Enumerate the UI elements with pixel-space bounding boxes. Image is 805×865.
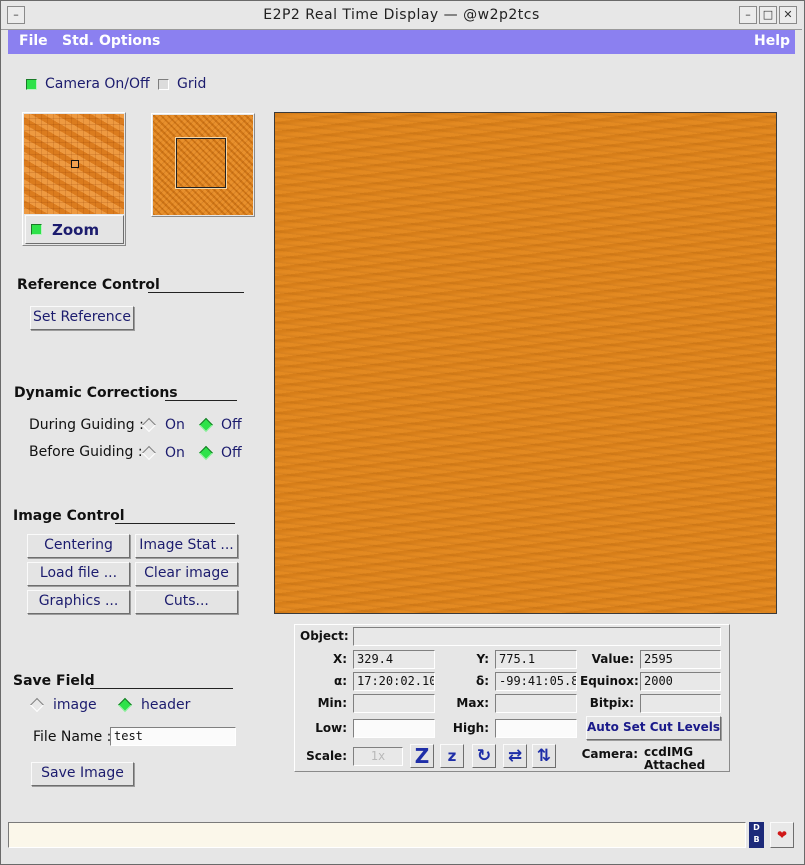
zoom-toggle-button[interactable]: Zoom [25,215,124,244]
save-image-button[interactable]: Save Image [31,762,134,786]
high-label: High: [452,721,489,735]
save-field-divider [90,688,233,689]
load-file-button[interactable]: Load file ... [27,562,130,586]
window-title: E2P2 Real Time Display — @w2p2tcs [263,7,540,23]
db-status-icon[interactable]: D B [749,822,764,848]
camera-toggle-indicator[interactable] [26,79,37,90]
refresh-icon: ↻ [476,746,492,766]
dynamic-corrections-heading: Dynamic Corrections [14,385,178,401]
close-button[interactable]: ✕ [779,6,797,24]
dynamic-divider [165,400,237,401]
during-guiding-off-label[interactable]: Off [221,417,242,433]
object-label: Object: [300,629,349,643]
minimize-button[interactable]: – [739,6,757,24]
reference-divider [148,292,244,293]
low-label: Low: [315,721,347,735]
menu-std-options[interactable]: Std. Options [62,33,160,49]
minimize-icon: – [745,8,751,21]
zoom-toggle-indicator [31,224,42,235]
bitpix-field [640,694,721,713]
heart-icon[interactable]: ❤ [770,822,794,848]
zoom-toggle-label: Zoom [52,221,100,239]
status-message-field[interactable] [8,822,746,848]
zoom-out-icon: z [447,747,457,765]
before-guiding-label: Before Guiding : [29,444,143,460]
menu-file[interactable]: File [19,33,48,49]
grid-toggle-label[interactable]: Grid [177,76,206,92]
y-field: 775.1 [495,650,577,669]
min-field [353,694,435,713]
max-label: Max: [456,696,489,710]
save-header-radio-label[interactable]: header [141,697,190,713]
during-guiding-label: During Guiding : [29,417,144,433]
clear-image-button[interactable]: Clear image [135,562,238,586]
set-reference-button[interactable]: Set Reference [30,306,134,330]
graphics-button[interactable]: Graphics ... [27,590,130,614]
close-icon: ✕ [783,8,793,21]
camera-status-label: Camera: [581,747,638,761]
value-label: Value: [591,652,634,666]
zoom-in-button[interactable]: Z [410,744,434,768]
x-label: X: [332,652,347,666]
before-guiding-off-label[interactable]: Off [221,445,242,461]
maximize-icon: □ [762,8,774,21]
before-guiding-on-label[interactable]: On [165,445,185,461]
high-input[interactable] [495,719,577,738]
centering-button[interactable]: Centering [27,534,130,558]
pan-region-box[interactable] [175,137,227,189]
flip-vertical-icon: ⇅ [536,746,552,766]
menu-help[interactable]: Help [754,33,790,49]
scale-field[interactable]: 1x [353,747,403,766]
filename-input[interactable]: test [110,727,236,746]
x-field: 329.4 [353,650,435,669]
equinox-field: 2000 [640,672,721,691]
flip-vertical-button[interactable]: ⇅ [532,744,556,768]
pan-thumbnail[interactable] [153,115,253,215]
during-guiding-on-label[interactable]: On [165,417,185,433]
y-label: Y: [476,652,489,666]
delta-label: δ: [475,674,489,688]
image-control-divider [115,523,235,524]
max-field [495,694,577,713]
refresh-button[interactable]: ↻ [472,744,496,768]
save-field-heading: Save Field [13,673,95,689]
grid-toggle-indicator[interactable] [158,79,169,90]
cuts-button[interactable]: Cuts... [135,590,238,614]
alpha-label: α: [333,674,347,688]
zoom-cursor-marker [71,160,79,168]
scale-label: Scale: [306,749,347,763]
delta-field: -99:41:05.87 [495,672,577,691]
flip-horizontal-button[interactable]: ⇄ [503,744,527,768]
bitpix-label: Bitpix: [589,696,634,710]
camera-attached-value: Attached [644,759,706,770]
value-field: 2595 [640,650,721,669]
object-field [353,627,721,646]
zoom-in-icon: Z [414,744,430,768]
main-image-display[interactable] [274,112,777,614]
image-stat-button[interactable]: Image Stat ... [135,534,238,558]
low-input[interactable] [353,719,435,738]
title-bar[interactable]: – E2P2 Real Time Display — @w2p2tcs – □ … [1,1,802,30]
save-image-radio-label[interactable]: image [53,697,97,713]
min-label: Min: [317,696,347,710]
menu-bar: File Std. Options Help [8,30,795,54]
equinox-label: Equinox: [580,674,639,688]
auto-set-cut-levels-button[interactable]: Auto Set Cut Levels [586,716,721,740]
flip-horizontal-icon: ⇄ [507,746,523,766]
alpha-field: 17:20:02.108 [353,672,435,691]
zoom-out-button[interactable]: z [440,744,464,768]
zoom-view[interactable] [24,114,124,214]
maximize-button[interactable]: □ [759,6,777,24]
camera-toggle-label[interactable]: Camera On/Off [45,76,150,92]
camera-status-value: ccdIMG [644,745,694,759]
image-control-heading: Image Control [13,508,125,524]
reference-control-heading: Reference Control [17,277,160,293]
filename-label: File Name : [33,729,112,745]
